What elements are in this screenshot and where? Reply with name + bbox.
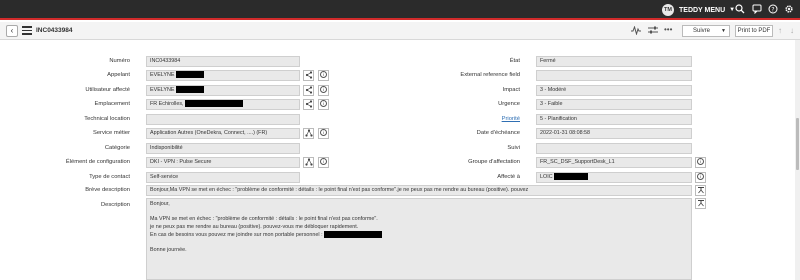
info-icon[interactable]: i	[695, 157, 706, 168]
record-title: INC0433984	[36, 27, 73, 34]
state-field[interactable]: Fermé	[536, 56, 692, 67]
user-name: TEDDY MENU	[679, 6, 726, 14]
menu-icon[interactable]	[22, 26, 32, 36]
print-to-pdf-button[interactable]: Print to PDF	[735, 25, 773, 37]
short-description-field[interactable]: Bonjour,Ma VPN se met en échec : "problè…	[146, 185, 692, 196]
label-external-reference: External reference field	[460, 72, 520, 78]
priority-link[interactable]: Priorité	[430, 116, 520, 122]
chat-icon[interactable]	[751, 4, 763, 16]
category-field[interactable]: Indisponibilité	[146, 143, 300, 154]
gear-icon[interactable]	[783, 4, 795, 16]
avatar: TM	[662, 4, 674, 16]
label-impact: Impact	[502, 87, 520, 93]
priority-field[interactable]: 5 - Planification	[536, 114, 692, 125]
assigned-to-field[interactable]: LOIC	[536, 172, 692, 183]
description-line: Ma VPN se met en échec : "problème de co…	[150, 216, 378, 222]
share-icon[interactable]	[303, 70, 314, 81]
description-line: Bonne journée.	[150, 246, 187, 253]
label-short-description: Brève description	[85, 187, 130, 193]
hierarchy-icon[interactable]	[303, 157, 314, 168]
settings-sliders-icon[interactable]	[648, 26, 658, 37]
back-button[interactable]: ‹	[6, 25, 18, 37]
assignment-group-field[interactable]: FR_SC_DSF_SupportDesk_L1	[536, 157, 692, 168]
label-caller: Appelant	[107, 72, 130, 78]
more-icon[interactable]: •••	[664, 25, 672, 34]
chevron-down-icon: ▼	[721, 28, 726, 34]
info-icon[interactable]: i	[318, 99, 329, 110]
svg-text:?: ?	[771, 6, 774, 13]
label-follow-up: Suivi	[507, 145, 520, 151]
record-header: ‹ INC0433984 ••• Suivre ▼ Print to PDF ↑…	[0, 22, 800, 40]
info-icon[interactable]: i	[695, 172, 706, 183]
hierarchy-icon[interactable]	[303, 128, 314, 139]
caller-field[interactable]: EVELYNE	[146, 70, 300, 81]
description-line: Bonjour,	[150, 201, 170, 207]
translate-icon[interactable]	[695, 185, 706, 196]
label-due-date: Date d'échéance	[476, 130, 520, 136]
top-nav-bar: TM TEDDY MENU ▼ ?	[0, 0, 800, 20]
label-state: État	[509, 58, 520, 64]
info-icon[interactable]: i	[318, 70, 329, 81]
arrow-up-icon[interactable]: ↑	[778, 26, 782, 35]
location-field[interactable]: FR Echirolles,	[146, 99, 300, 110]
share-icon[interactable]	[303, 99, 314, 110]
description-line	[150, 209, 688, 217]
label-contact-type: Type de contact	[89, 174, 130, 180]
label-number: Numéro	[109, 58, 130, 64]
label-urgency: Urgence	[498, 101, 520, 107]
configuration-item-field[interactable]: DKI - VPN : Pulse Secure	[146, 157, 300, 168]
assigned-user-field[interactable]: EVELYNE	[146, 85, 300, 96]
scrollbar-thumb[interactable]	[796, 118, 799, 170]
label-business-service: Service métier	[92, 130, 130, 136]
info-icon[interactable]: i	[318, 157, 329, 168]
due-date-field[interactable]: 2022-01-31 08:08:58	[536, 128, 692, 139]
label-assignment-group: Groupe d'affectation	[468, 159, 520, 165]
urgency-field[interactable]: 3 - Faible	[536, 99, 692, 110]
translate-icon[interactable]	[695, 198, 706, 209]
description-line: je ne peux pas me rendre au bureau (posi…	[150, 223, 359, 230]
follow-button[interactable]: Suivre ▼	[682, 25, 730, 37]
label-technical-location: Technical location	[84, 116, 130, 122]
business-service-field[interactable]: Application Autres (OneDekra, Connect, .…	[146, 128, 300, 139]
description-line	[150, 239, 688, 247]
label-configuration-item: Élément de configuration	[65, 159, 130, 165]
help-icon[interactable]: ?	[767, 4, 779, 16]
description-textarea[interactable]: Bonjour, Ma VPN se met en échec : "probl…	[146, 198, 692, 280]
share-icon[interactable]	[303, 85, 314, 96]
external-reference-field[interactable]	[536, 70, 692, 81]
info-icon[interactable]: i	[318, 128, 329, 139]
follow-label: Suivre	[693, 28, 711, 34]
follow-up-field[interactable]	[536, 143, 692, 154]
arrow-down-icon[interactable]: ↓	[790, 26, 794, 35]
label-assigned-user: Utilisateur affecté	[85, 87, 130, 93]
number-field[interactable]: INC0433984	[146, 56, 300, 67]
info-icon[interactable]: i	[318, 85, 329, 96]
label-category: Catégorie	[104, 145, 130, 151]
label-assigned-to: Affecté à	[497, 174, 520, 180]
contact-type-field[interactable]: Self-service	[146, 172, 300, 183]
label-location: Emplacement	[94, 101, 130, 107]
search-icon[interactable]	[734, 4, 746, 16]
label-description: Description	[101, 202, 130, 208]
user-menu[interactable]: TM TEDDY MENU ▼	[662, 3, 735, 17]
technical-location-field[interactable]	[146, 114, 300, 125]
activity-icon[interactable]	[631, 25, 641, 37]
impact-field[interactable]: 3 - Modéré	[536, 85, 692, 96]
description-line: En cas de besoins vous pouvez me joindre…	[150, 231, 688, 239]
scrollbar[interactable]	[795, 40, 800, 280]
